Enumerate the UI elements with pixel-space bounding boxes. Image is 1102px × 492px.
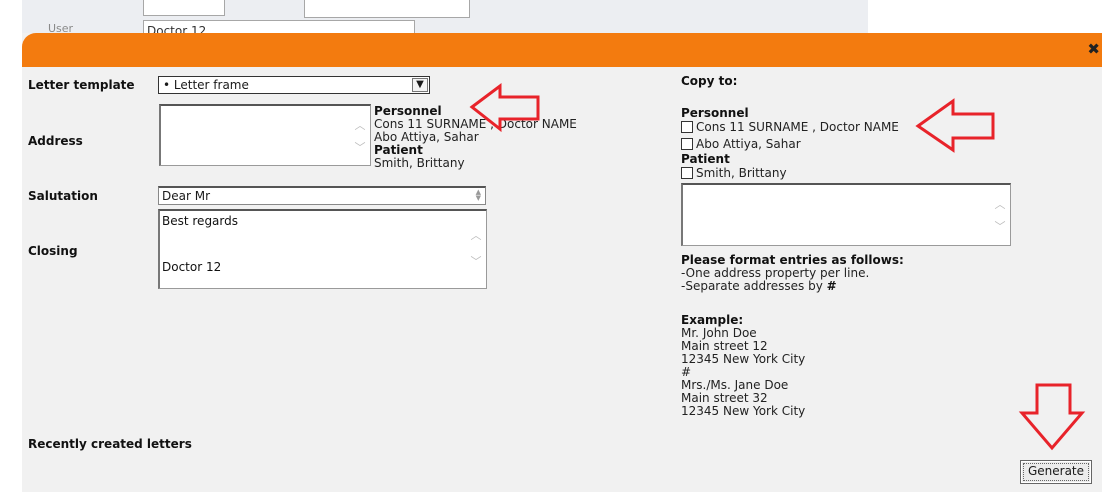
annotation-overlay (469, 83, 1086, 451)
left-arrow-icon (915, 98, 995, 153)
left-arrow-icon (469, 83, 540, 133)
down-arrow-icon (1018, 383, 1086, 451)
